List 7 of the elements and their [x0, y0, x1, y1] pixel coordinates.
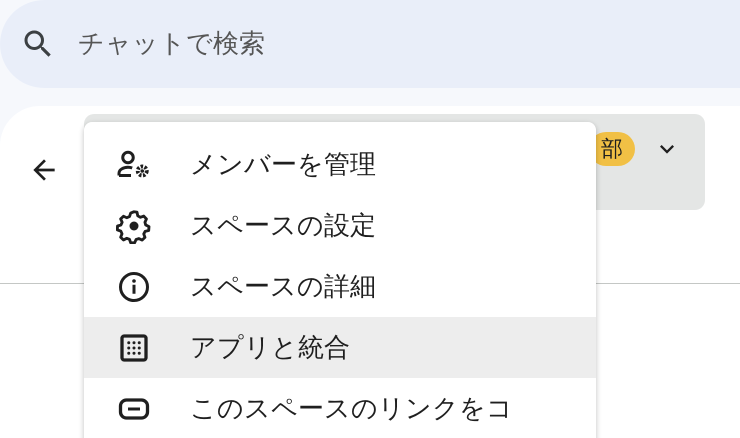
gear-icon — [116, 208, 152, 244]
menu-item[interactable]: このスペースのリンクをコ — [84, 378, 596, 438]
search-input[interactable]: チャットで検索 — [78, 29, 578, 59]
search-bar[interactable]: チャットで検索 — [0, 0, 740, 88]
menu-item[interactable]: アプリと統合 — [84, 317, 596, 378]
menu-item[interactable]: スペースの詳細 — [84, 256, 596, 317]
menu-item[interactable]: スペースの設定 — [84, 195, 596, 256]
